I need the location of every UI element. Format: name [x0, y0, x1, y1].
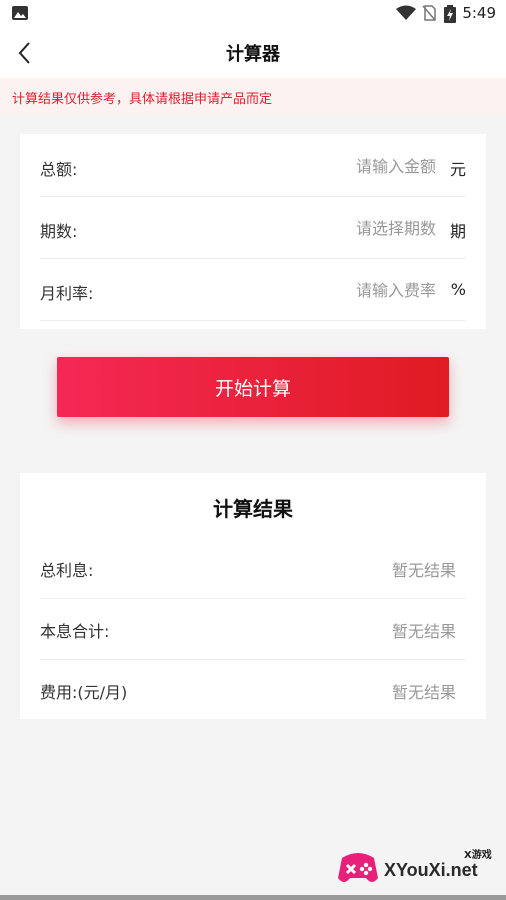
battery-charging-icon [444, 5, 456, 23]
periods-label: 期数: [40, 222, 78, 241]
amount-unit: 元 [449, 160, 466, 179]
periods-row[interactable]: 期数: 期 [40, 196, 466, 259]
status-bar: 5:49 [0, 0, 506, 28]
monthly-rate-row: 月利率: % [40, 258, 466, 321]
monthly-rate-label: 月利率: [40, 284, 94, 303]
principal-interest-total-row: 本息合计: 暂无结果 [40, 598, 466, 660]
principal-interest-total-value: 暂无结果 [391, 622, 456, 641]
monthly-fee-value: 暂无结果 [391, 683, 456, 702]
total-interest-row: 总利息: 暂无结果 [40, 537, 466, 599]
monthly-rate-input[interactable] [254, 276, 438, 304]
periods-select[interactable] [254, 214, 438, 242]
no-sim-icon [422, 5, 436, 21]
image-notification-icon [12, 6, 28, 20]
monthly-fee-row: 费用:(元/月) 暂无结果 [40, 659, 466, 720]
nav-bar: 计算器 [0, 28, 506, 78]
page-title: 计算器 [226, 44, 280, 65]
bottom-scroll-indicator [0, 895, 506, 900]
principal-interest-total-label: 本息合计: [40, 622, 110, 641]
start-calculate-label: 开始计算 [214, 378, 291, 400]
notice-text: 计算结果仅供参考，具体请根据申请产品而定 [12, 92, 273, 107]
total-interest-value: 暂无结果 [391, 561, 456, 580]
start-calculate-button[interactable]: 开始计算 [57, 357, 449, 417]
wifi-icon [396, 5, 416, 20]
result-card: 计算结果 总利息: 暂无结果 本息合计: 暂无结果 费用:(元/月) 暂无结果 [20, 473, 486, 719]
amount-row: 总额: 元 [40, 134, 466, 197]
result-title: 计算结果 [213, 497, 293, 521]
amount-input[interactable] [254, 152, 438, 180]
total-interest-label: 总利息: [40, 561, 94, 580]
site-watermark: X游戏 XYouXi.net [336, 842, 506, 894]
watermark-brand: XYouXi.net [384, 860, 478, 880]
amount-label: 总额: [40, 160, 78, 179]
watermark-sub: X游戏 [464, 850, 492, 861]
input-form-card: 总额: 元 期数: 期 月利率: % [20, 134, 486, 329]
monthly-rate-unit: % [450, 280, 466, 299]
gamepad-logo-icon [338, 853, 378, 882]
monthly-fee-label: 费用:(元/月) [40, 683, 128, 702]
notice-banner: 计算结果仅供参考，具体请根据申请产品而定 [0, 78, 506, 114]
periods-unit: 期 [449, 222, 466, 241]
status-time: 5:49 [462, 4, 496, 22]
